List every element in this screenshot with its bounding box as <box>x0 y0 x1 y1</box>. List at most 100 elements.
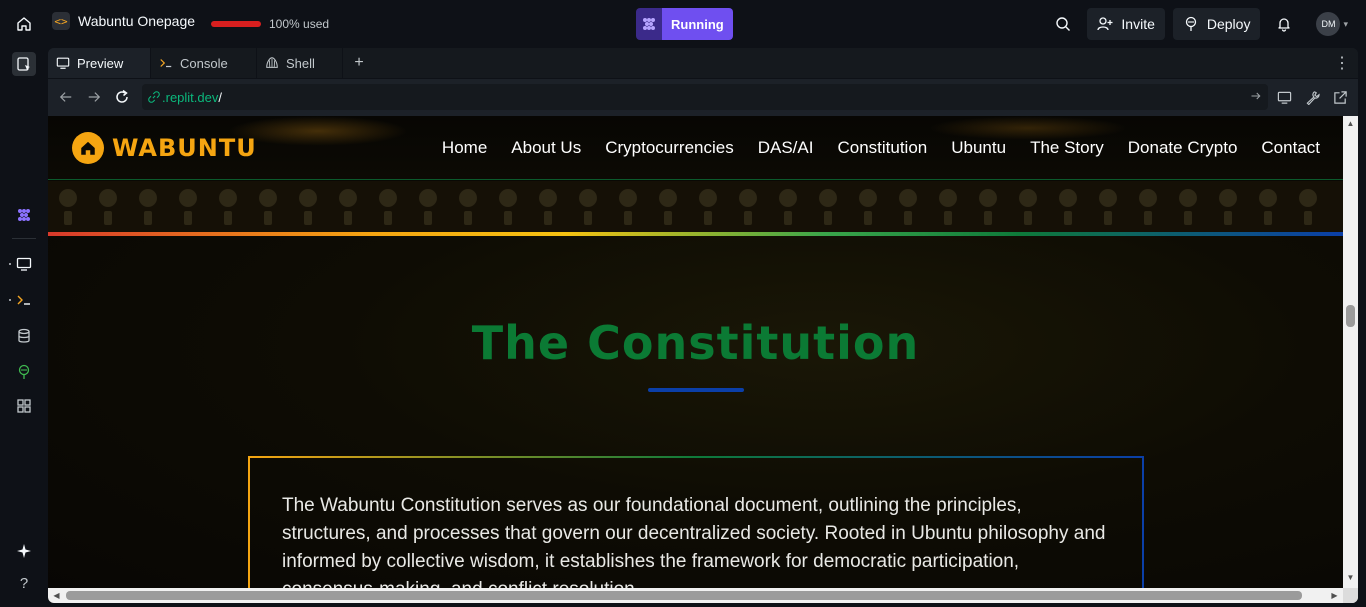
scroll-up-icon[interactable]: ▲ <box>1346 119 1355 128</box>
section-title: The Constitution <box>471 316 920 370</box>
pattern-bead <box>458 187 478 227</box>
pattern-bead <box>1058 187 1078 227</box>
tab-bar: Preview Console Shell + ⋮ <box>48 48 1358 79</box>
usage-fill <box>211 21 261 27</box>
shell-icon <box>266 57 278 68</box>
run-status-label: Running <box>662 8 733 40</box>
search-icon[interactable] <box>1047 8 1079 40</box>
back-arrow-icon[interactable] <box>54 85 78 109</box>
usage-meter[interactable]: 100% used <box>211 17 329 31</box>
pattern-bead <box>938 187 958 227</box>
nav-about-us[interactable]: About Us <box>511 138 581 158</box>
monitor-icon[interactable] <box>9 252 36 276</box>
pattern-bead <box>818 187 838 227</box>
logo-text: WABUNTU <box>112 134 257 162</box>
scroll-down-icon[interactable]: ▼ <box>1346 573 1355 582</box>
nav-the-story[interactable]: The Story <box>1030 138 1104 158</box>
pattern-bead <box>1218 187 1238 227</box>
horizontal-scroll-thumb[interactable] <box>66 591 1302 600</box>
chevron-down-icon: ▾ <box>1343 18 1348 29</box>
account-menu[interactable]: DM ▾ <box>1316 12 1348 36</box>
run-status-icon <box>636 8 662 40</box>
forward-arrow-icon[interactable] <box>82 85 106 109</box>
invite-button[interactable]: Invite <box>1087 8 1165 40</box>
project-selector[interactable]: <> Wabuntu Onepage <box>52 12 195 30</box>
pattern-bead <box>618 187 638 227</box>
nav-constitution[interactable]: Constitution <box>837 138 927 158</box>
site-header: WABUNTU Home About Us Cryptocurrencies D… <box>48 116 1343 180</box>
project-name: Wabuntu Onepage <box>78 13 196 29</box>
link-icon <box>148 91 160 103</box>
nav-das-ai[interactable]: DAS/AI <box>758 138 814 158</box>
home-icon[interactable] <box>12 12 36 36</box>
deploy-button[interactable]: Deploy <box>1172 8 1261 40</box>
tab-console[interactable]: Console <box>151 48 257 78</box>
nav-contact[interactable]: Contact <box>1261 138 1320 158</box>
tab-shell[interactable]: Shell <box>257 48 343 78</box>
nav-home[interactable]: Home <box>442 138 487 158</box>
add-tab-button[interactable]: + <box>343 48 375 78</box>
reload-icon[interactable] <box>110 85 134 109</box>
pattern-bead <box>978 187 998 227</box>
intro-text: The Wabuntu Constitution serves as our f… <box>282 495 1106 600</box>
database-icon[interactable] <box>12 324 36 348</box>
pattern-bead <box>138 187 158 227</box>
pattern-bead <box>1018 187 1038 227</box>
wrench-icon[interactable] <box>1300 85 1324 109</box>
pattern-bead <box>298 187 318 227</box>
pattern-bead <box>418 187 438 227</box>
url-domain: .replit.dev <box>162 89 219 105</box>
horizontal-scrollbar[interactable]: ◀ ▶ <box>48 588 1343 603</box>
terminal-icon <box>160 59 172 68</box>
deployments-icon[interactable] <box>12 360 36 384</box>
pattern-bead <box>858 187 878 227</box>
top-bar: <> Wabuntu Onepage 100% used Running Inv… <box>0 0 1366 48</box>
help-icon[interactable]: ? <box>12 571 36 595</box>
pattern-bead <box>578 187 598 227</box>
pattern-bead <box>258 187 278 227</box>
url-input[interactable]: .replit.dev / <box>142 84 1268 110</box>
scroll-left-icon[interactable]: ◀ <box>52 591 61 600</box>
avatar: DM <box>1316 12 1341 36</box>
pattern-bead <box>538 187 558 227</box>
tab-preview[interactable]: Preview <box>48 48 151 78</box>
devices-icon[interactable] <box>1272 85 1296 109</box>
pattern-bead <box>658 187 678 227</box>
home-logo-icon <box>72 132 104 164</box>
terminal-icon[interactable] <box>9 288 36 312</box>
usage-bar <box>211 21 261 27</box>
decorative-pattern <box>48 181 1343 233</box>
pattern-bead <box>338 187 358 227</box>
pattern-bead <box>698 187 718 227</box>
pattern-bead <box>898 187 918 227</box>
external-link-icon[interactable] <box>1328 85 1352 109</box>
sparkle-icon[interactable] <box>12 539 36 563</box>
pattern-bead <box>738 187 758 227</box>
file-tree-icon[interactable] <box>12 52 36 76</box>
vertical-scrollbar[interactable]: ▲ ▼ <box>1343 116 1358 603</box>
tab-console-label: Console <box>180 55 228 71</box>
pattern-bead <box>378 187 398 227</box>
code-icon: <> <box>52 12 70 30</box>
pattern-bead <box>498 187 518 227</box>
nav-ubuntu[interactable]: Ubuntu <box>951 138 1006 158</box>
constitution-section: The Constitution The Wabuntu Constitutio… <box>48 236 1343 603</box>
add-user-icon <box>1097 17 1113 31</box>
pattern-bead <box>98 187 118 227</box>
vertical-scroll-thumb[interactable] <box>1346 305 1355 327</box>
preview-viewport: WABUNTU Home About Us Cryptocurrencies D… <box>48 116 1358 603</box>
pattern-bead <box>178 187 198 227</box>
scroll-right-icon[interactable]: ▶ <box>1330 591 1339 600</box>
go-arrow-icon[interactable] <box>1250 90 1262 105</box>
all-tools-icon[interactable] <box>12 394 36 418</box>
site-logo[interactable]: WABUNTU <box>72 132 257 164</box>
bell-icon[interactable] <box>1268 8 1300 40</box>
sidebar-divider <box>12 238 36 239</box>
run-button[interactable]: Running <box>636 8 733 40</box>
intro-card: The Wabuntu Constitution serves as our f… <box>248 456 1144 603</box>
more-options-icon[interactable]: ⋮ <box>1326 48 1358 78</box>
nav-donate-crypto[interactable]: Donate Crypto <box>1128 138 1238 158</box>
replit-agent-icon[interactable] <box>12 203 36 227</box>
url-bar: .replit.dev / <box>48 79 1358 115</box>
nav-cryptocurrencies[interactable]: Cryptocurrencies <box>605 138 734 158</box>
